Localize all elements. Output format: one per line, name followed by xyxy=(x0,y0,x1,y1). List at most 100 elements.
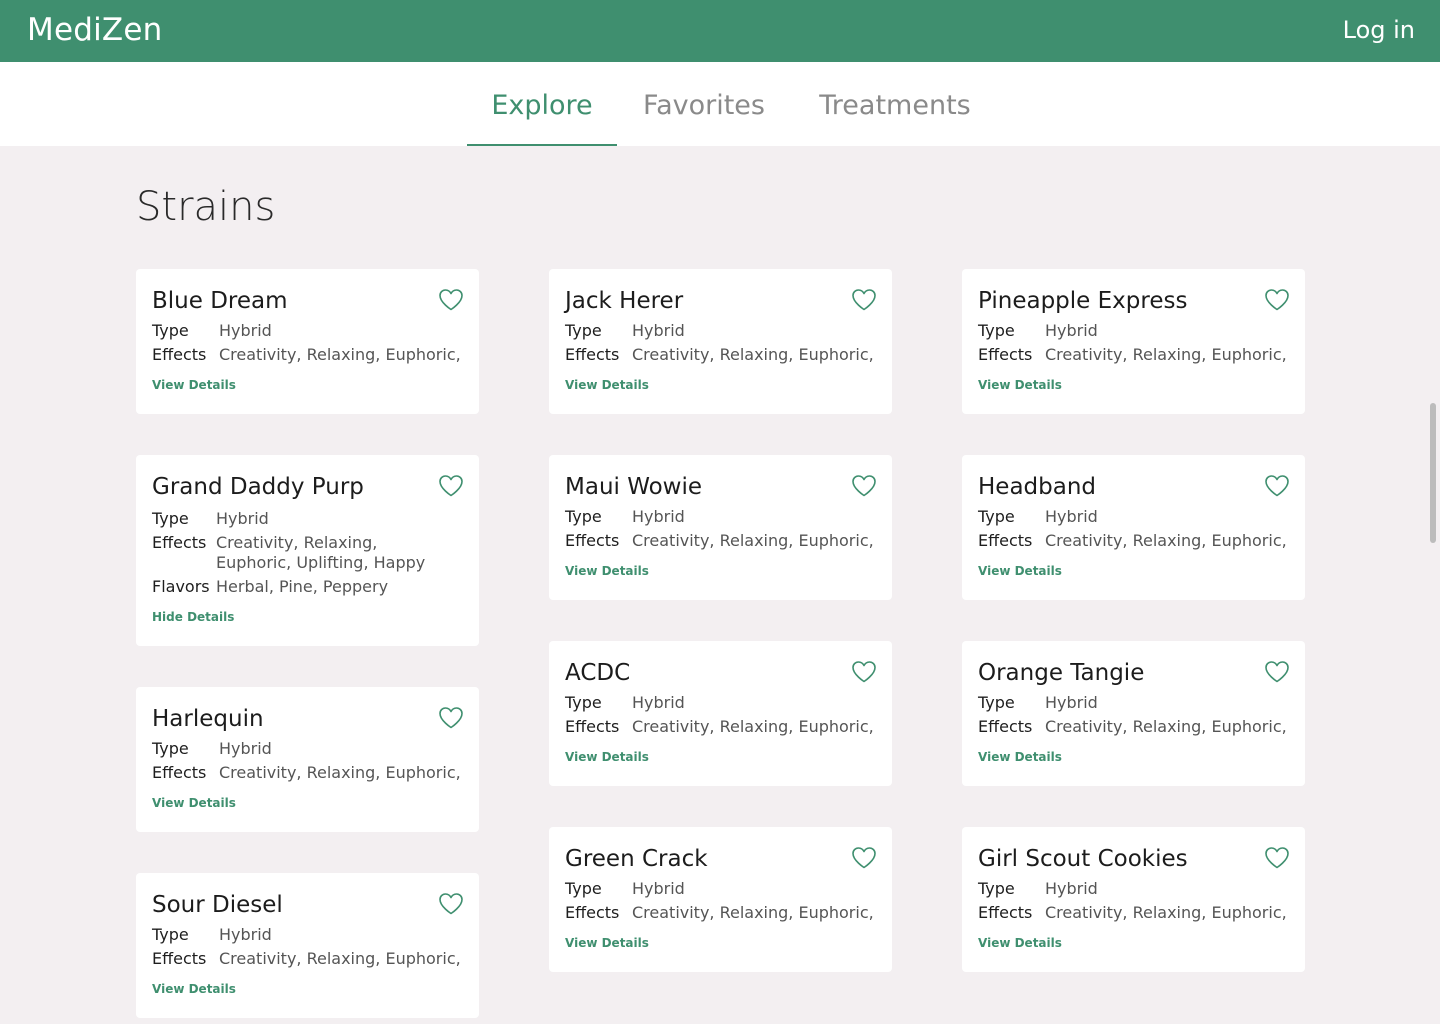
type-row: Type Hybrid xyxy=(565,877,876,901)
effects-row: Effects Creativity, Relaxing, Euphoric, xyxy=(565,529,876,553)
type-label: Type xyxy=(978,507,1015,526)
heart-icon[interactable] xyxy=(1264,288,1290,312)
view-details-link[interactable]: View Details xyxy=(978,936,1289,950)
effects-label: Effects xyxy=(565,717,620,736)
type-value: Hybrid xyxy=(632,321,685,340)
heart-icon[interactable] xyxy=(851,846,877,870)
effects-label: Effects xyxy=(565,345,620,364)
view-details-link[interactable]: View Details xyxy=(978,378,1289,392)
hide-details-link[interactable]: Hide Details xyxy=(152,610,463,624)
strain-card: Sour Diesel Type Hybrid Effects Creativity… xyxy=(136,873,479,1018)
type-value: Hybrid xyxy=(1045,693,1098,712)
effects-row: Effects Creativity, Relaxing, Euphoric, xyxy=(565,715,876,739)
strain-name: Pineapple Express xyxy=(978,288,1188,314)
heart-icon[interactable] xyxy=(438,706,464,730)
strain-card: Headband Type Hybrid Effects Creativity, R… xyxy=(962,455,1305,600)
type-row: Type Hybrid xyxy=(565,319,876,343)
effects-row: Effects Creativity, Relaxing, Euphoric, xyxy=(152,343,463,367)
effects-value: Creativity, Relaxing, Euphoric, xyxy=(1045,531,1287,550)
effects-value: Creativity, Relaxing, Euphoric, Upliftin… xyxy=(216,533,426,572)
strain-card: Orange Tangie Type Hybrid Effects Creativi… xyxy=(962,641,1305,786)
heart-icon[interactable] xyxy=(438,288,464,312)
effects-row: Effects Creativity, Relaxing, Euphoric, xyxy=(978,715,1289,739)
effects-label: Effects xyxy=(978,345,1033,364)
effects-label: Effects xyxy=(978,903,1033,922)
type-label: Type xyxy=(978,321,1015,340)
view-details-link[interactable]: View Details xyxy=(152,378,463,392)
tab-treatments[interactable]: Treatments xyxy=(806,62,984,146)
effects-row: Effects Creativity, Relaxing, Euphoric, xyxy=(978,529,1289,553)
effects-label: Effects xyxy=(152,949,207,968)
type-row: Type Hybrid xyxy=(978,691,1289,715)
effects-label: Effects xyxy=(152,533,207,552)
heart-icon[interactable] xyxy=(851,288,877,312)
effects-row: Effects Creativity, Relaxing, Euphoric, xyxy=(152,761,463,785)
view-details-link[interactable]: View Details xyxy=(565,378,876,392)
tab-explore[interactable]: Explore xyxy=(467,62,617,146)
type-label: Type xyxy=(978,879,1015,898)
heart-icon[interactable] xyxy=(1264,474,1290,498)
strain-card: Pineapple Express Type Hybrid Effects Crea… xyxy=(962,269,1305,414)
view-details-link[interactable]: View Details xyxy=(152,982,463,996)
strain-card: Maui Wowie Type Hybrid Effects Creativity,… xyxy=(549,455,892,600)
flavors-label: Flavors xyxy=(152,577,210,596)
type-value: Hybrid xyxy=(1045,879,1098,898)
type-label: Type xyxy=(152,321,189,340)
scrollbar-thumb[interactable] xyxy=(1430,403,1436,543)
view-details-link[interactable]: View Details xyxy=(565,936,876,950)
strain-name: Headband xyxy=(978,474,1097,500)
effects-label: Effects xyxy=(565,531,620,550)
effects-row: Effects Creativity, Relaxing, Euphoric, U… xyxy=(152,533,463,573)
type-value: Hybrid xyxy=(219,739,272,758)
login-link[interactable]: Log in xyxy=(1343,16,1415,44)
view-details-link[interactable]: View Details xyxy=(565,564,876,578)
strain-card: Grand Daddy Purp Type Hybrid Effects Creat… xyxy=(136,455,479,646)
type-value: Hybrid xyxy=(1045,321,1098,340)
type-label: Type xyxy=(152,509,189,528)
heart-icon[interactable] xyxy=(1264,660,1290,684)
effects-row: Effects Creativity, Relaxing, Euphoric, xyxy=(565,901,876,925)
tab-favorites[interactable]: Favorites xyxy=(631,62,777,146)
type-value: Hybrid xyxy=(216,509,269,528)
heart-icon[interactable] xyxy=(1264,846,1290,870)
heart-icon[interactable] xyxy=(438,474,464,498)
flavors-value: Herbal, Pine, Peppery xyxy=(216,577,389,596)
effects-value: Creativity, Relaxing, Euphoric, xyxy=(1045,903,1287,922)
heart-icon[interactable] xyxy=(851,660,877,684)
strain-name: ACDC xyxy=(565,660,631,686)
type-value: Hybrid xyxy=(219,925,272,944)
strain-card: Blue Dream Type Hybrid Effects Creativity,… xyxy=(136,269,479,414)
brand-logo[interactable]: MediZen xyxy=(27,12,162,48)
effects-value: Creativity, Relaxing, Euphoric, xyxy=(1045,345,1287,364)
heart-icon[interactable] xyxy=(851,474,877,498)
type-row: Type Hybrid xyxy=(152,737,463,761)
effects-row: Effects Creativity, Relaxing, Euphoric, xyxy=(978,901,1289,925)
strain-name: Orange Tangie xyxy=(978,660,1145,686)
top-bar: MediZen Log in xyxy=(0,0,1440,62)
view-details-link[interactable]: View Details xyxy=(978,564,1289,578)
type-row: Type Hybrid xyxy=(152,319,463,343)
type-label: Type xyxy=(565,693,602,712)
strain-name: Girl Scout Cookies xyxy=(978,846,1188,872)
view-details-link[interactable]: View Details xyxy=(152,796,463,810)
strain-name: Blue Dream xyxy=(152,288,288,314)
type-row: Type Hybrid xyxy=(565,505,876,529)
effects-value: Creativity, Relaxing, Euphoric, xyxy=(632,345,874,364)
type-row: Type Hybrid xyxy=(978,877,1289,901)
page-title: Strains xyxy=(136,184,276,230)
strain-name: Grand Daddy Purp xyxy=(152,474,364,500)
type-row: Type Hybrid xyxy=(978,505,1289,529)
effects-row: Effects Creativity, Relaxing, Euphoric, xyxy=(978,343,1289,367)
effects-label: Effects xyxy=(152,763,207,782)
type-label: Type xyxy=(565,507,602,526)
view-details-link[interactable]: View Details xyxy=(565,750,876,764)
effects-label: Effects xyxy=(565,903,620,922)
heart-icon[interactable] xyxy=(438,892,464,916)
type-value: Hybrid xyxy=(632,693,685,712)
type-label: Type xyxy=(152,925,189,944)
strain-name: Green Crack xyxy=(565,846,708,872)
view-details-link[interactable]: View Details xyxy=(978,750,1289,764)
type-row: Type Hybrid xyxy=(152,923,463,947)
type-row: Type Hybrid xyxy=(978,319,1289,343)
effects-value: Creativity, Relaxing, Euphoric, xyxy=(632,717,874,736)
